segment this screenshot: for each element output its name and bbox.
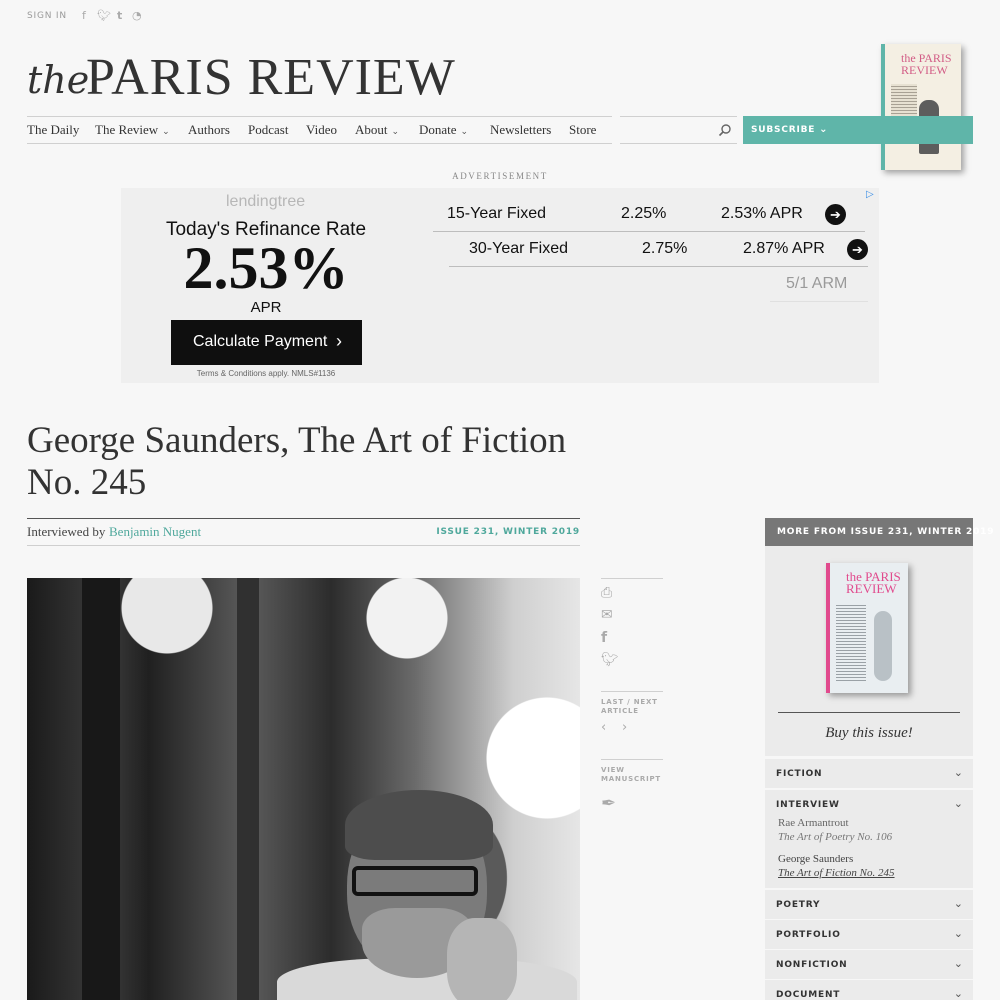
chevron-down-icon: ⌄ <box>819 124 829 135</box>
nav-authors[interactable]: Authors <box>188 122 230 138</box>
ad-row-term: 30-Year Fixed <box>469 240 569 257</box>
arrow-right-icon[interactable]: ➔ <box>847 239 868 260</box>
ad-apr: APR <box>250 299 282 316</box>
chevron-down-icon: ⌄ <box>953 797 963 810</box>
nav-the-review[interactable]: The Review ⌄ <box>95 122 170 138</box>
section-label: FICTION <box>776 769 823 779</box>
site-logo[interactable]: PARIS REVIEW <box>86 48 456 107</box>
photo-tree-trunk <box>237 578 259 1000</box>
divider <box>601 691 663 692</box>
chevron-down-icon: ⌄ <box>162 127 170 137</box>
nav-podcast[interactable]: Podcast <box>248 122 288 138</box>
section-label: NONFICTION <box>776 960 848 970</box>
section-label: PORTFOLIO <box>776 930 841 940</box>
quill-icon[interactable]: ✒ <box>601 793 616 814</box>
chevron-left-icon[interactable]: ‹ <box>601 720 606 735</box>
issue-cover[interactable]: the PARIS REVIEW <box>826 563 908 693</box>
issue-cover-title: the PARIS REVIEW <box>846 569 901 596</box>
nav-store[interactable]: Store <box>569 122 596 138</box>
facebook-icon[interactable]: f <box>601 630 607 646</box>
chevron-right-icon: › <box>336 331 342 351</box>
author-link[interactable]: Benjamin Nugent <box>109 524 201 540</box>
rss-icon[interactable]: ◔ <box>132 9 142 22</box>
main-nav: The Daily The Review ⌄ Authors Podcast Vi… <box>27 116 612 144</box>
twitter-icon[interactable]: 🐦︎ <box>601 652 619 668</box>
adchoices-icon[interactable]: ▷ <box>866 189 874 200</box>
facebook-icon[interactable]: f <box>82 9 86 22</box>
nav-donate[interactable]: Donate ⌄ <box>419 122 468 138</box>
email-icon[interactable]: ✉ <box>601 607 613 623</box>
ad-terms: Terms & Conditions apply. NMLS#1136 <box>196 369 336 378</box>
divider <box>601 759 663 760</box>
chevron-down-icon: ⌄ <box>953 897 963 910</box>
section-label: INTERVIEW <box>776 800 840 810</box>
ad-row-apr: 2.87% APR <box>743 240 825 257</box>
sign-in-link[interactable]: SIGN IN <box>27 11 67 21</box>
ad-row-rate: 2.75% <box>642 240 688 257</box>
ad-rate-row[interactable]: 15-Year Fixed 2.25% 2.53% APR ➔ <box>433 197 865 232</box>
photo-glasses <box>352 866 478 896</box>
last-next-label: LAST / NEXT ARTICLE <box>601 698 658 715</box>
twitter-icon[interactable]: 🐦︎ <box>97 9 111 22</box>
chevron-down-icon: ⌄ <box>953 957 963 970</box>
sidebar-header: MORE FROM ISSUE 231, WINTER 2019 <box>765 518 993 546</box>
nav-video[interactable]: Video <box>306 122 337 138</box>
byline-prefix: Interviewed by <box>27 524 106 539</box>
nav-about[interactable]: About ⌄ <box>355 122 399 138</box>
sidebar-section-poetry[interactable]: POETRY ⌄ <box>765 890 973 919</box>
photo-tree-trunk <box>82 578 120 1000</box>
chevron-down-icon: ⌄ <box>460 127 469 137</box>
ad-row-rate: 2.25% <box>621 205 667 222</box>
chevron-down-icon: ⌄ <box>953 766 963 779</box>
section-label: DOCUMENT <box>776 990 841 1000</box>
chevron-down-icon: ⌄ <box>391 127 400 137</box>
logo-prefix[interactable]: the <box>27 58 89 102</box>
tumblr-icon[interactable]: t <box>117 9 122 22</box>
photo-hair <box>345 790 493 860</box>
arrow-right-icon[interactable]: ➔ <box>825 204 846 225</box>
ad-row-apr: 2.53% APR <box>721 205 803 222</box>
author-photo <box>27 578 580 1000</box>
article-title: George Saunders, The Art of Fiction No. … <box>27 420 567 503</box>
divider <box>601 578 663 579</box>
lendingtree-logo: lendingtree <box>226 193 306 210</box>
issue-cover-contents <box>836 603 866 683</box>
buy-issue-link[interactable]: Buy this issue! <box>765 725 973 742</box>
calculate-payment-button[interactable]: Calculate Payment › <box>171 320 362 365</box>
current-issue-cover[interactable]: the PARIS REVIEW <box>881 44 961 170</box>
sidebar-section-portfolio[interactable]: PORTFOLIO ⌄ <box>765 920 973 949</box>
search-icon[interactable] <box>718 123 732 137</box>
divider <box>778 712 960 713</box>
nav-newsletters[interactable]: Newsletters <box>490 122 551 138</box>
nav-the-daily[interactable]: The Daily <box>27 122 79 138</box>
cover-title: the PARIS REVIEW <box>901 51 952 77</box>
print-icon[interactable]: ⎙ <box>601 585 612 601</box>
sidebar-entry-author[interactable]: Rae Armantrout <box>778 817 849 829</box>
ad-row-term: 15-Year Fixed <box>447 205 547 222</box>
sidebar-section-fiction[interactable]: FICTION ⌄ <box>765 759 973 788</box>
chevron-down-icon: ⌄ <box>953 987 963 1000</box>
ad-row-term: 5/1 ARM <box>786 275 848 292</box>
issue-cover-figure <box>874 611 892 681</box>
view-manuscript-label[interactable]: VIEW MANUSCRIPT <box>601 766 661 784</box>
chevron-down-icon: ⌄ <box>953 927 963 940</box>
issue-link[interactable]: ISSUE 231, WINTER 2019 <box>380 527 580 537</box>
sidebar-entry-author[interactable]: George Saunders <box>778 853 853 865</box>
section-label: POETRY <box>776 900 821 910</box>
ad-rate-row[interactable]: 5/1 ARM <box>770 267 868 302</box>
subscribe-button[interactable]: SUBSCRIBE ⌄ <box>743 116 973 144</box>
sidebar-section-nonfiction[interactable]: NONFICTION ⌄ <box>765 950 973 979</box>
ad-rate: 2.53% <box>183 235 349 301</box>
ad-rate-row[interactable]: 30-Year Fixed 2.75% 2.87% APR ➔ <box>449 232 868 267</box>
sidebar-entry-title[interactable]: The Art of Fiction No. 245 <box>778 867 895 879</box>
sidebar-section-document[interactable]: DOCUMENT ⌄ <box>765 980 973 1000</box>
chevron-right-icon[interactable]: › <box>622 720 627 735</box>
photo-hand <box>447 918 517 1000</box>
sidebar-entry-title[interactable]: The Art of Poetry No. 106 <box>778 831 892 843</box>
ad-label: ADVERTISEMENT <box>452 171 548 181</box>
